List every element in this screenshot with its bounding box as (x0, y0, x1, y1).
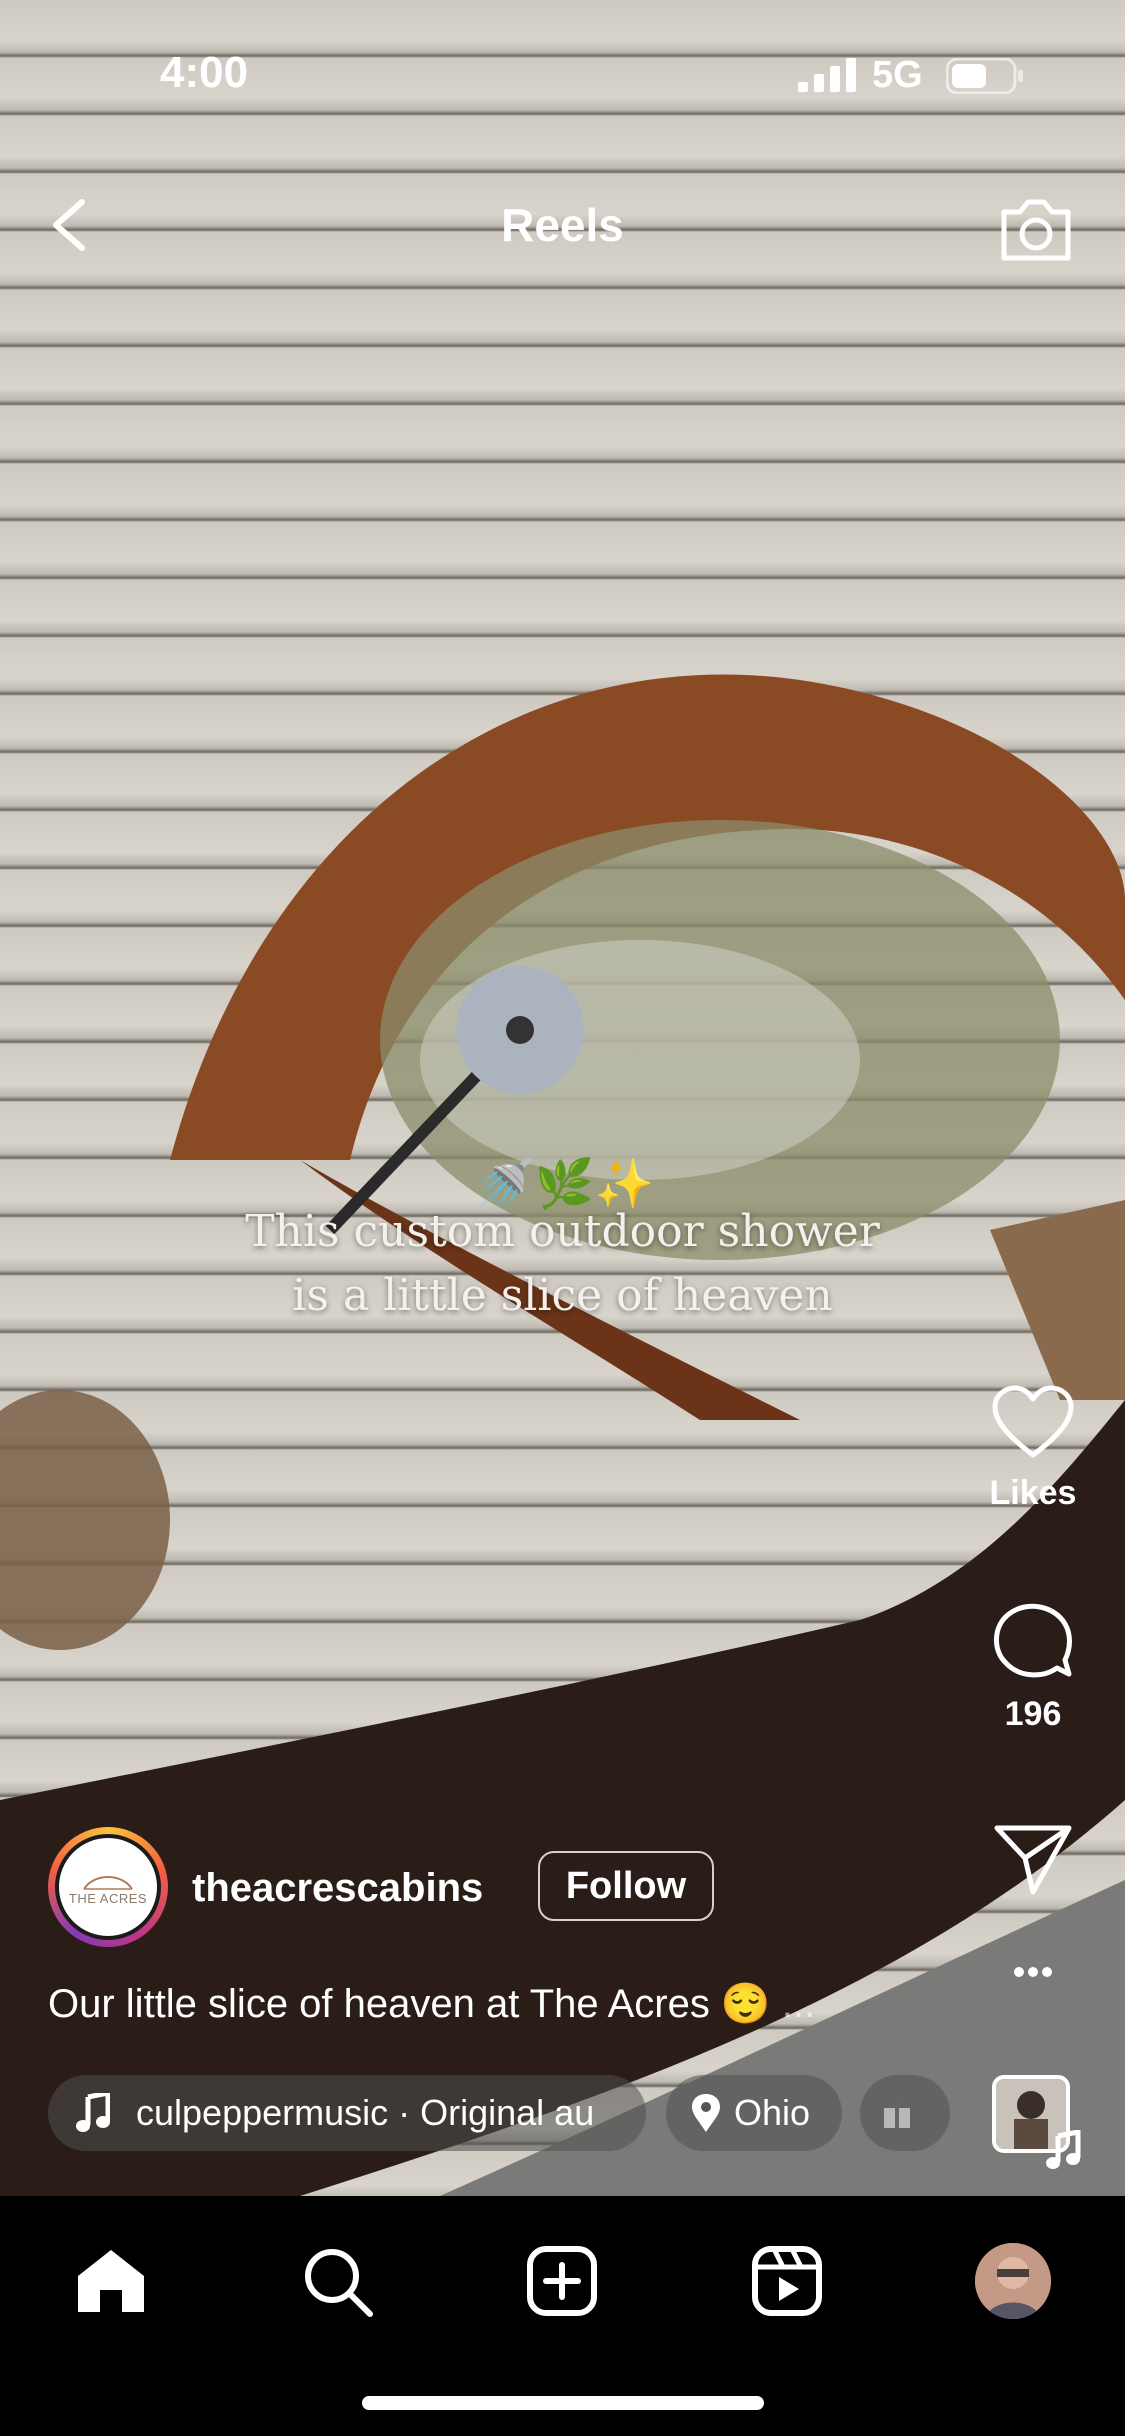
more-dots-icon (1014, 1967, 1052, 1977)
overlay-line-1: This custom outdoor shower (245, 1206, 880, 1257)
location-text: Ohio (734, 2092, 811, 2133)
location-pin-icon (692, 2094, 720, 2132)
status-bar: 4:00 5G (0, 0, 1125, 140)
audio-chip[interactable]: culpeppermusic · Original au (48, 2075, 646, 2151)
likes-label: Likes (989, 1474, 1077, 1512)
page-title: Reels (501, 199, 624, 251)
gift-icon (884, 2100, 910, 2128)
location-chip[interactable]: Ohio (666, 2075, 842, 2151)
search-icon (305, 2249, 373, 2317)
heart-icon (992, 1385, 1074, 1458)
network-type: 5G (872, 54, 923, 96)
reels-screen: 4:00 5G Reels 🚿� (0, 0, 1125, 2436)
gift-chip[interactable] (860, 2075, 950, 2151)
music-note-icon (76, 2093, 110, 2132)
camera-button[interactable] (996, 188, 1076, 268)
comment-icon (994, 1603, 1072, 1678)
audio-track-text: culpeppermusic · Original au (136, 2092, 595, 2133)
comments-count: 196 (1004, 1695, 1062, 1733)
profile-photo (975, 2243, 1051, 2319)
cellular-signal-icon (798, 58, 860, 97)
reels-icon (752, 2246, 822, 2316)
avatar-text: THE ACRES (68, 1890, 148, 1906)
camera-icon (1001, 199, 1071, 261)
like-button[interactable]: Likes (963, 1385, 1103, 1513)
caption-text: Our little slice of heaven at The Acres … (48, 1982, 771, 2026)
home-indicator (362, 2396, 764, 2410)
profile-avatar (975, 2243, 1051, 2319)
follow-button[interactable]: Follow (538, 1851, 714, 1921)
tab-profile[interactable] (968, 2236, 1058, 2326)
battery-icon (945, 57, 1026, 99)
send-icon (994, 1825, 1072, 1895)
tab-search[interactable] (292, 2236, 382, 2326)
tab-create[interactable] (517, 2236, 607, 2326)
video-overlay-text: This custom outdoor shower is a little s… (0, 1200, 1125, 1328)
audio-music-note-icon (1046, 2130, 1081, 2169)
tab-home[interactable] (66, 2236, 156, 2326)
acres-logo-icon (83, 1875, 133, 1890)
comment-button[interactable]: 196 (963, 1598, 1103, 1734)
more-options-button[interactable] (963, 1960, 1103, 1989)
create-plus-icon (527, 2246, 597, 2316)
tab-reels[interactable] (742, 2236, 832, 2326)
author-avatar[interactable]: THE ACRES (48, 1827, 168, 1947)
overlay-line-2: is a little slice of heaven (292, 1270, 833, 1321)
home-icon (78, 2250, 144, 2312)
caption-more[interactable]: ... (782, 1982, 815, 2026)
share-button[interactable] (963, 1820, 1103, 1903)
author-logo: THE ACRES (55, 1834, 161, 1940)
status-time: 4:00 (160, 48, 249, 97)
post-caption[interactable]: Our little slice of heaven at The Acres … (48, 1980, 815, 2027)
author-username[interactable]: theacrescabins (192, 1866, 483, 1911)
